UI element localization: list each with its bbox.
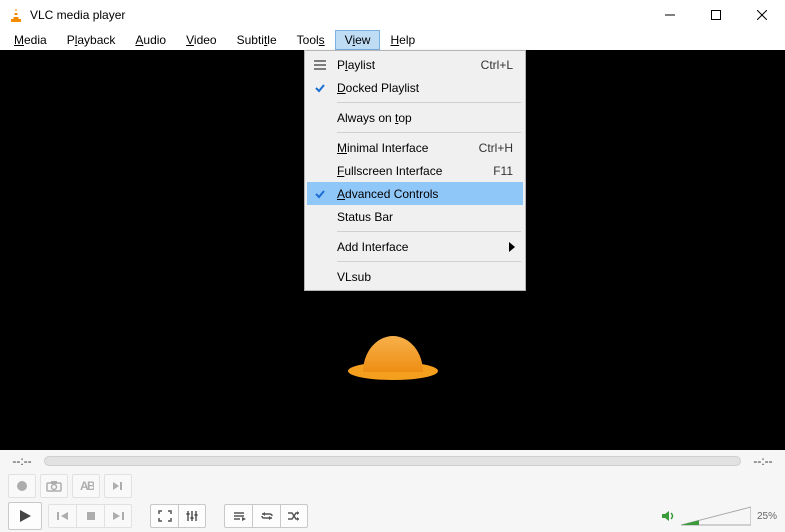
menu-playlist[interactable]: Playlist Ctrl+L: [307, 53, 523, 76]
menu-help[interactable]: Help: [380, 30, 425, 50]
volume-percent: 25%: [757, 511, 777, 522]
minimize-button[interactable]: [647, 0, 693, 30]
app-icon: [8, 7, 24, 23]
separator: [337, 132, 521, 133]
loop-ab-button[interactable]: AB: [72, 474, 100, 498]
separator: [337, 261, 521, 262]
playlist-icon: [313, 59, 327, 71]
shuffle-button[interactable]: [280, 504, 308, 528]
check-icon: [314, 82, 326, 94]
main-controls-row: 25%: [0, 500, 785, 532]
menu-audio[interactable]: Audio: [125, 30, 176, 50]
menubar: Media Playback Audio Video Subtitle Tool…: [0, 30, 785, 50]
snapshot-button[interactable]: [40, 474, 68, 498]
next-button[interactable]: [104, 504, 132, 528]
menu-minimal-interface[interactable]: Minimal Interface Ctrl+H: [307, 136, 523, 159]
menu-always-on-top[interactable]: Always on top: [307, 106, 523, 129]
loop-button[interactable]: [252, 504, 280, 528]
check-icon: [314, 188, 326, 200]
menu-vlsub[interactable]: VLsub: [307, 265, 523, 288]
separator: [337, 102, 521, 103]
menu-docked-playlist[interactable]: Docked Playlist: [307, 76, 523, 99]
seek-slider[interactable]: [44, 456, 741, 466]
play-button[interactable]: [8, 502, 42, 530]
close-button[interactable]: [739, 0, 785, 30]
volume-slider[interactable]: [681, 505, 751, 527]
playlist-button[interactable]: [224, 504, 252, 528]
previous-button[interactable]: [48, 504, 76, 528]
advanced-controls-row: AB: [0, 472, 785, 500]
time-total: --:--: [749, 454, 777, 468]
submenu-arrow-icon: [509, 242, 515, 252]
extended-settings-button[interactable]: [178, 504, 206, 528]
menu-view[interactable]: View: [335, 30, 381, 50]
speaker-icon[interactable]: [661, 509, 675, 523]
menu-status-bar[interactable]: Status Bar: [307, 205, 523, 228]
separator: [337, 231, 521, 232]
seek-row: --:-- --:--: [0, 450, 785, 472]
stop-button[interactable]: [76, 504, 104, 528]
maximize-button[interactable]: [693, 0, 739, 30]
window-title: VLC media player: [30, 8, 125, 22]
menu-fullscreen-interface[interactable]: Fullscreen Interface F11: [307, 159, 523, 182]
menu-video[interactable]: Video: [176, 30, 226, 50]
menu-media[interactable]: Media: [4, 30, 57, 50]
menu-tools[interactable]: Tools: [287, 30, 335, 50]
frame-step-button[interactable]: [104, 474, 132, 498]
fullscreen-button[interactable]: [150, 504, 178, 528]
menu-add-interface[interactable]: Add Interface: [307, 235, 523, 258]
menu-advanced-controls[interactable]: Advanced Controls: [307, 182, 523, 205]
titlebar: VLC media player: [0, 0, 785, 30]
view-menu-dropdown: Playlist Ctrl+L Docked Playlist Always o…: [304, 50, 526, 291]
svg-text:B: B: [87, 480, 94, 492]
menu-playback[interactable]: Playback: [57, 30, 126, 50]
bottom-bar: --:-- --:-- AB: [0, 450, 785, 532]
menu-subtitle[interactable]: Subtitle: [227, 30, 287, 50]
vlc-cone-logo: [340, 320, 445, 380]
time-elapsed: --:--: [8, 454, 36, 468]
record-button[interactable]: [8, 474, 36, 498]
